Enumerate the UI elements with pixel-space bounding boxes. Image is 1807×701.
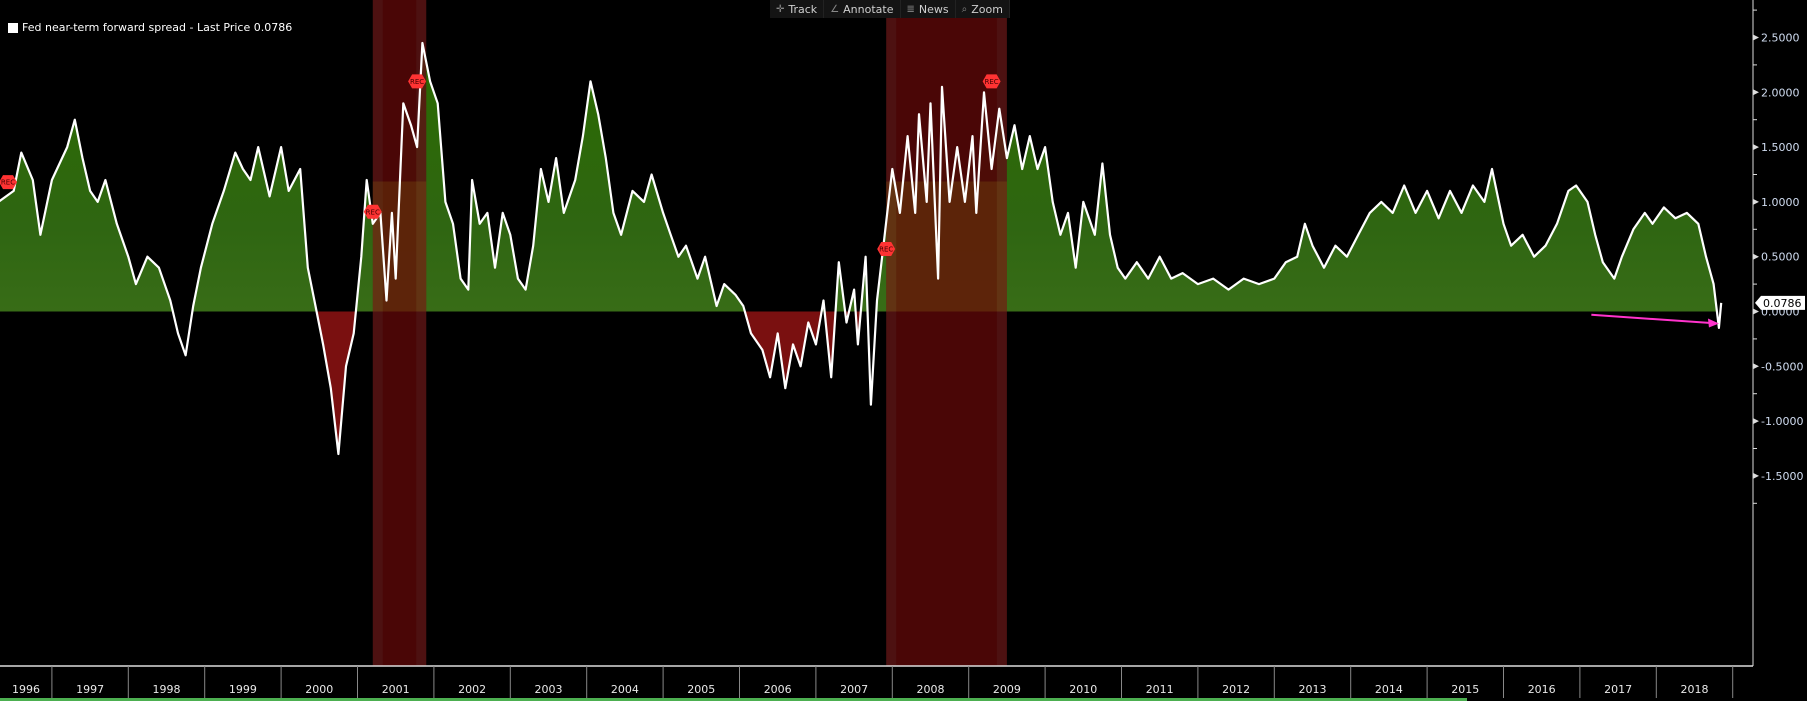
- x-tick-label: 2018: [1681, 683, 1709, 696]
- y-tick-label: -1.0000: [1761, 415, 1803, 428]
- x-tick-label: 1999: [229, 683, 257, 696]
- recession-band-core: [382, 0, 417, 666]
- y-tick-label: 1.0000: [1761, 196, 1800, 209]
- y-major-tick: [1753, 418, 1759, 425]
- track-button[interactable]: ✛ Track: [770, 0, 825, 18]
- x-tick-label: 2003: [535, 683, 563, 696]
- y-tick-label: 1.5000: [1761, 141, 1800, 154]
- chart: REC REC REC REC REC 2.5000 2.0000 1.5000 1.0000 0…: [0, 0, 1805, 701]
- y-tick-label: 0.5000: [1761, 251, 1800, 264]
- recession-band-core: [896, 0, 997, 666]
- legend[interactable]: Fed near-term forward spread - Last Pric…: [8, 21, 292, 34]
- last-price-label: 0.0786: [1763, 297, 1802, 310]
- zoom-button[interactable]: ⌕ Zoom: [956, 0, 1010, 18]
- x-tick-label: 2007: [840, 683, 868, 696]
- x-tick-label: 2000: [305, 683, 333, 696]
- y-major-tick: [1753, 89, 1759, 96]
- y-major-tick: [1753, 144, 1759, 151]
- zoom-label: Zoom: [971, 2, 1003, 16]
- x-tick-label: 2016: [1528, 683, 1556, 696]
- x-tick-label: 2017: [1604, 683, 1632, 696]
- x-tick-label: 2006: [764, 683, 792, 696]
- x-tick-label: 1997: [76, 683, 104, 696]
- y-major-tick: [1753, 308, 1759, 315]
- magnifier-icon: ⌕: [961, 3, 968, 15]
- news-button[interactable]: ≣ News: [901, 0, 956, 18]
- legend-label: Fed near-term forward spread - Last Pric…: [22, 21, 293, 34]
- news-label: News: [918, 2, 949, 16]
- x-tick-label: 2012: [1222, 683, 1250, 696]
- x-tick-label: 2004: [611, 683, 639, 696]
- x-tick-label: 1998: [153, 683, 181, 696]
- x-tick-label: 2005: [687, 683, 715, 696]
- x-tick-label: 2010: [1069, 683, 1097, 696]
- rec-marker-label: REC: [366, 208, 380, 216]
- y-tick-label: 2.0000: [1761, 86, 1800, 99]
- positive-area-fill: [0, 43, 1722, 312]
- legend-swatch: [8, 22, 18, 33]
- x-tick-label: 2014: [1375, 683, 1403, 696]
- rec-marker-label: REC: [1, 179, 15, 187]
- x-tick-label: 2002: [458, 683, 486, 696]
- y-major-tick: [1753, 198, 1759, 205]
- x-tick-label: 2015: [1451, 683, 1479, 696]
- chart-toolbar: ✛ Track ∠ Annotate ≣ News ⌕ Zoom: [770, 0, 1010, 18]
- y-tick-label: 2.5000: [1761, 32, 1800, 45]
- x-tick-label: 2013: [1299, 683, 1327, 696]
- annotate-button[interactable]: ∠ Annotate: [824, 0, 901, 18]
- crosshair-icon: ✛: [776, 3, 785, 15]
- x-tick-label: 2008: [917, 683, 945, 696]
- x-tick-label: 2009: [993, 683, 1021, 696]
- recession-overlay: [886, 181, 1007, 312]
- arrow-annotation-line: [1591, 313, 1712, 325]
- pencil-icon: ∠: [830, 3, 840, 15]
- rec-marker-label: REC: [879, 246, 893, 254]
- rec-marker-label: REC: [410, 78, 424, 86]
- y-major-tick: [1753, 363, 1759, 370]
- x-tick-label: 2001: [382, 683, 410, 696]
- track-label: Track: [788, 2, 818, 16]
- x-tick-label: 1996: [12, 683, 40, 696]
- y-tick-label: -1.5000: [1761, 470, 1803, 483]
- news-icon: ≣: [906, 3, 915, 15]
- y-major-tick: [1753, 472, 1759, 479]
- y-tick-label: -0.5000: [1761, 360, 1803, 373]
- rec-marker-label: REC: [985, 78, 999, 86]
- x-tick-label: 2011: [1146, 683, 1174, 696]
- y-major-tick: [1753, 253, 1759, 260]
- annotate-label: Annotate: [843, 2, 894, 16]
- y-major-tick: [1753, 34, 1759, 41]
